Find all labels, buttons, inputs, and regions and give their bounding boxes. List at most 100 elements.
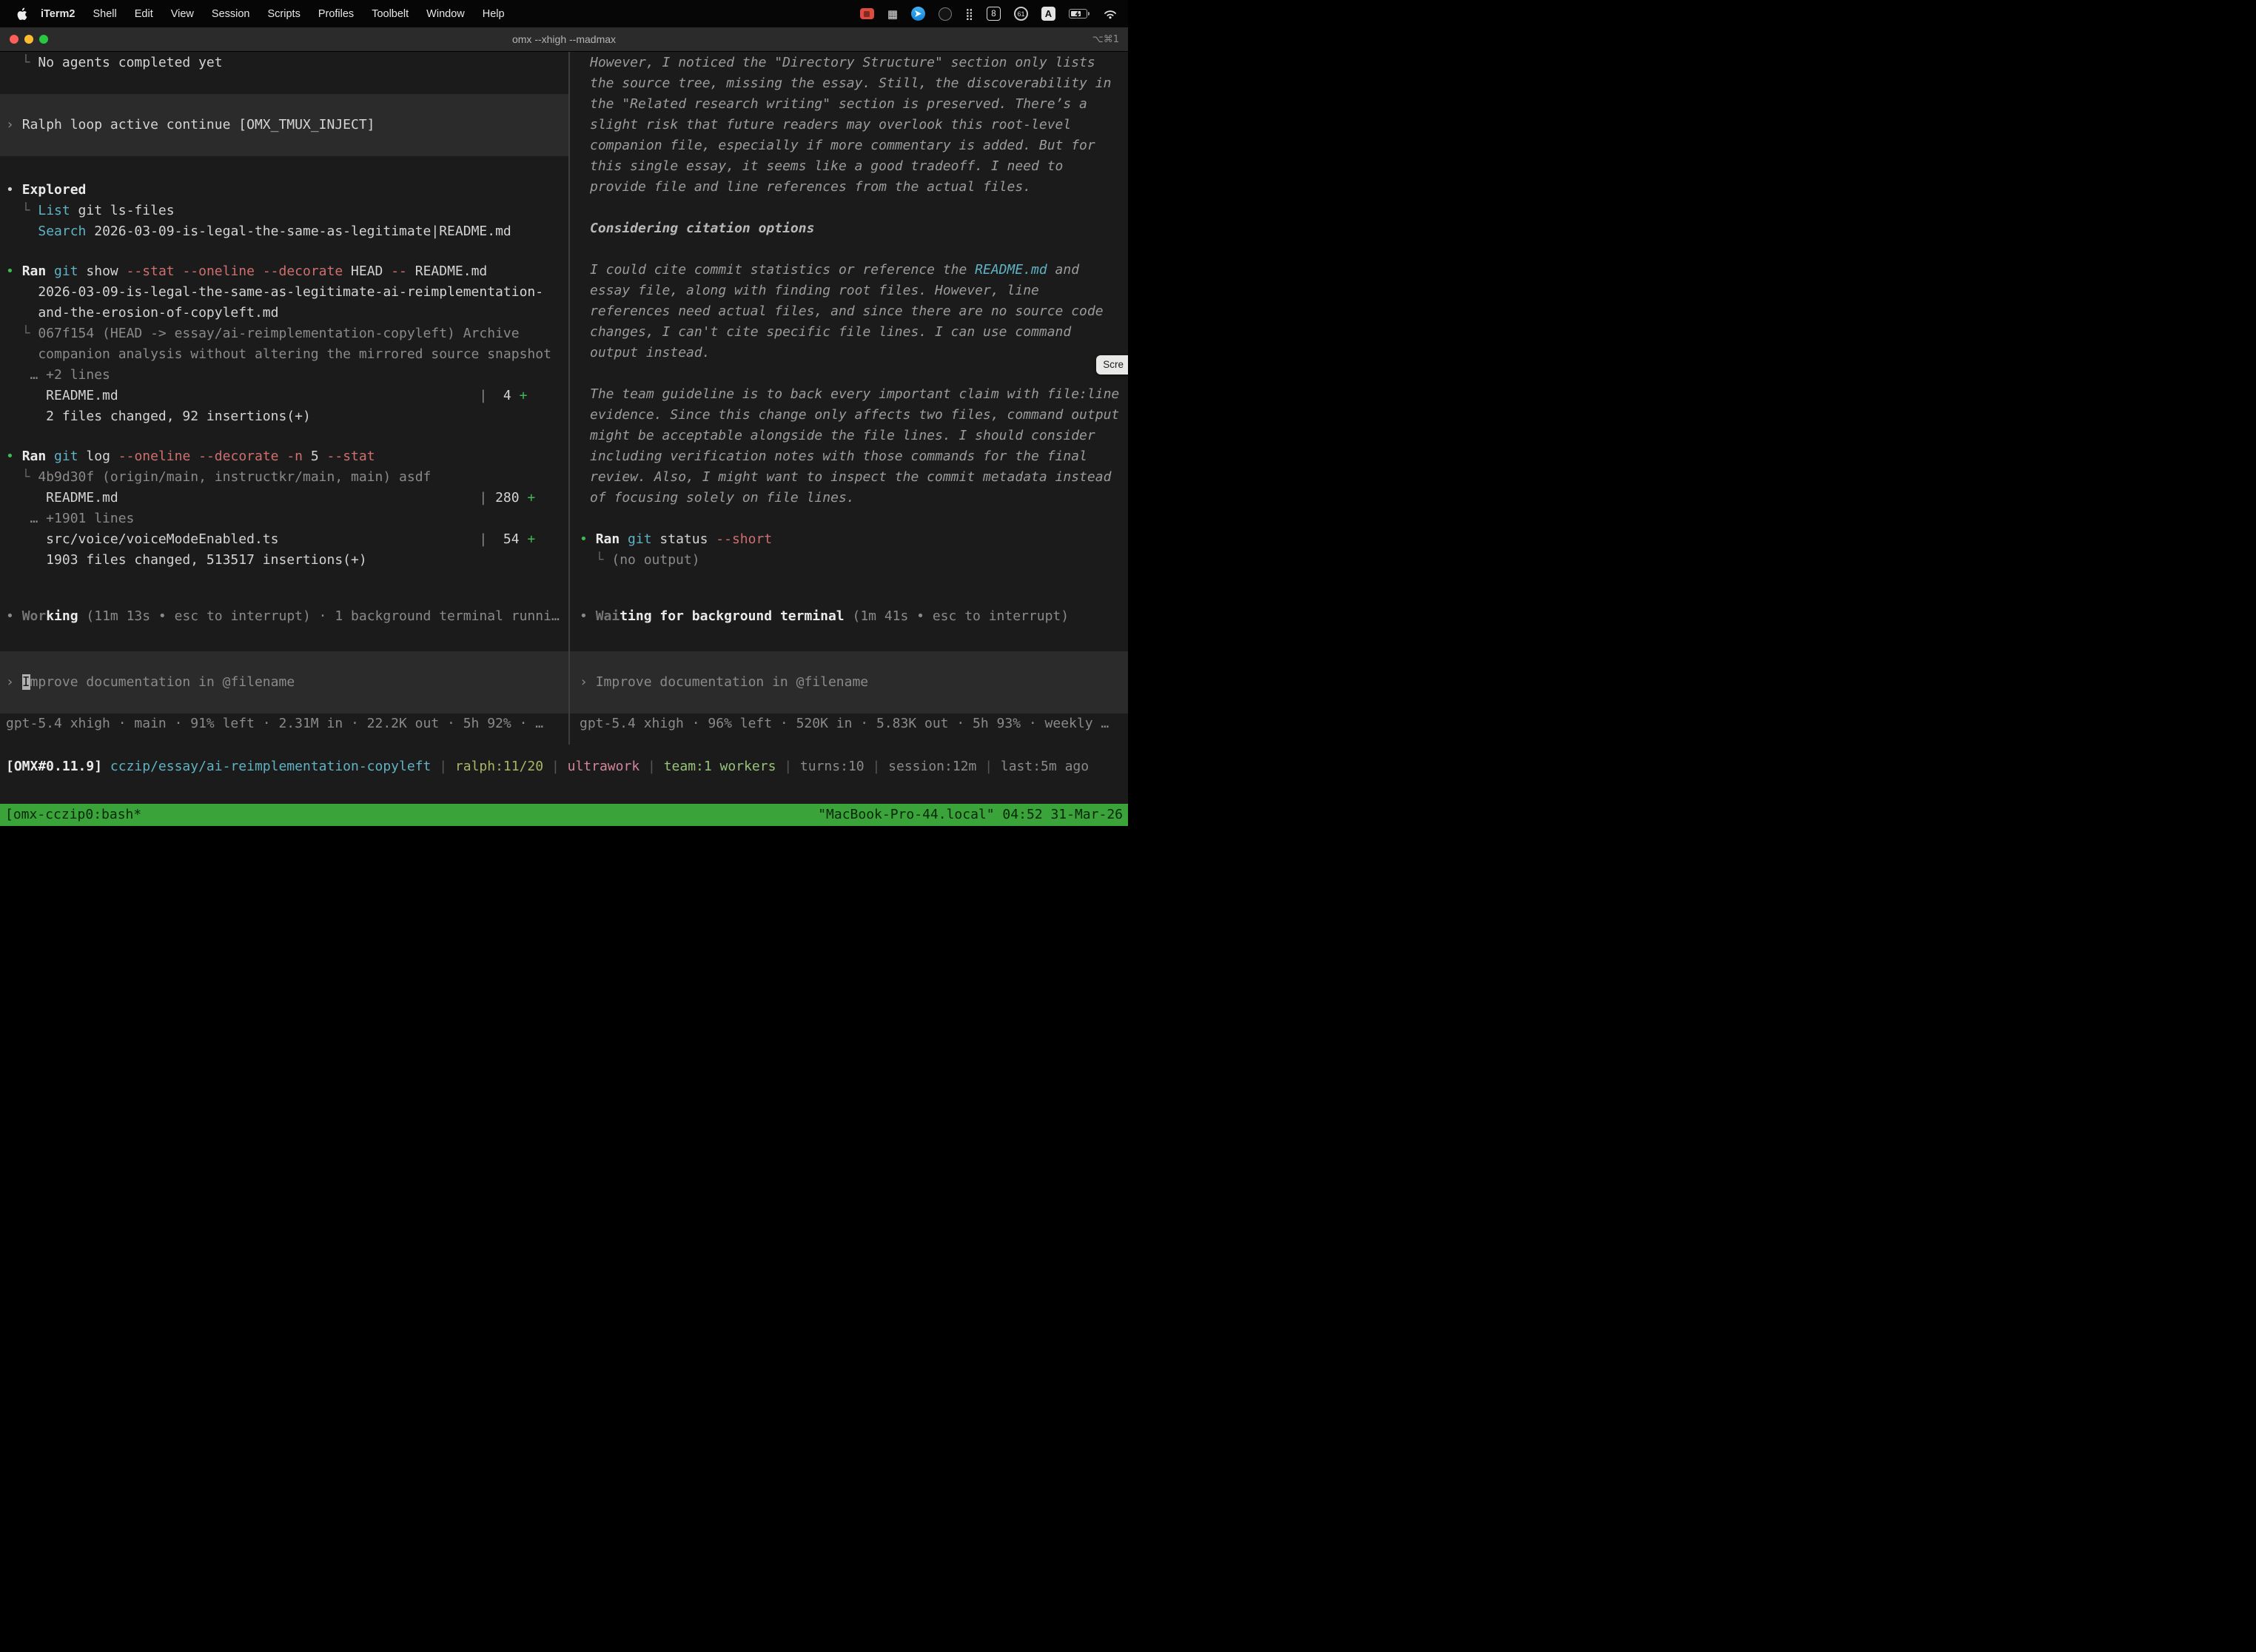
- apple-menu-icon[interactable]: [16, 7, 27, 21]
- menu-profiles[interactable]: Profiles: [318, 8, 354, 20]
- ran-git-show-line: • Ran git show --stat --oneline --decora…: [6, 261, 564, 282]
- git-log-commit-line: └ 4b9d30f (origin/main, instructkr/main,…: [6, 467, 564, 488]
- input-source-icon[interactable]: A: [1041, 7, 1055, 21]
- spacer: [580, 198, 1122, 218]
- git-show-file-line-1: 2026-03-09-is-legal-the-same-as-legitima…: [6, 282, 564, 303]
- charging-bolt-icon: [1075, 10, 1081, 19]
- spacer: [6, 627, 564, 651]
- right-pane[interactable]: However, I noticed the "Directory Struct…: [570, 52, 1128, 745]
- grid-icon[interactable]: ▦: [887, 7, 898, 21]
- text-segment: 4b9d30f (origin/main, instructkr/main, m…: [38, 469, 431, 485]
- text-segment: └: [6, 55, 38, 70]
- git-show-commit-line-2: companion analysis without altering the …: [6, 344, 564, 365]
- text-segment: … +2 lines: [6, 367, 110, 383]
- screen-recording-icon[interactable]: [860, 8, 874, 19]
- text-segment: Wor: [22, 608, 47, 624]
- close-button[interactable]: [10, 35, 19, 44]
- text-segment: [6, 224, 38, 239]
- battery-icon[interactable]: [1069, 9, 1090, 19]
- text-segment: └: [6, 326, 38, 341]
- left-pane[interactable]: └ No agents completed yet › Ralph loop a…: [0, 52, 568, 745]
- screen-overlay-chip[interactable]: Scre: [1096, 355, 1128, 375]
- text-segment: git: [54, 263, 86, 279]
- text-segment: •: [6, 608, 22, 624]
- prompt-input-right[interactable]: › Improve documentation in @filename: [570, 651, 1128, 713]
- text-segment: •: [6, 263, 22, 279]
- text-segment: status: [659, 531, 716, 547]
- prompt-input-left[interactable]: › Improve documentation in @filename: [0, 651, 568, 713]
- spacer: [580, 508, 1122, 529]
- text-segment: ralph:11/20: [455, 759, 543, 774]
- menu-edit[interactable]: Edit: [135, 8, 153, 20]
- text-segment: +: [527, 490, 535, 506]
- reasoning-heading: Considering citation options: [590, 218, 1122, 239]
- reasoning-paragraph-2: I could cite commit statistics or refere…: [590, 260, 1122, 363]
- text-segment: •: [580, 608, 596, 624]
- spacer: [0, 777, 1128, 804]
- text-segment: 5: [311, 449, 327, 464]
- text-segment: List: [38, 203, 70, 218]
- text-segment: log: [86, 449, 118, 464]
- tmux-session-label[interactable]: [omx-cczip0:bash*: [5, 804, 141, 826]
- right-pane-bottom: • Waiting for background terminal (1m 41…: [580, 606, 1122, 745]
- battery-nub: [1088, 12, 1090, 16]
- keycap-8-icon[interactable]: 8: [987, 7, 1001, 21]
- explored-search-line: Search 2026-03-09-is-legal-the-same-as-l…: [6, 221, 564, 242]
- git-show-commit-line: └ 067f154 (HEAD -> essay/ai-reimplementa…: [6, 323, 564, 344]
- text-segment: Ran: [22, 263, 54, 279]
- ralph-loop-banner: › Ralph loop active continue [OMX_TMUX_I…: [0, 94, 568, 156]
- text-segment: session:12m: [888, 759, 976, 774]
- text-segment: |: [479, 490, 487, 506]
- window-title-bar[interactable]: omx --xhigh --madmax ⌥⌘1: [0, 27, 1128, 52]
- text-segment: ultrawork: [568, 759, 640, 774]
- blue-app-icon[interactable]: [911, 7, 925, 21]
- text-segment: |: [543, 759, 568, 774]
- text-segment: 280: [487, 490, 527, 506]
- text-segment: |: [865, 759, 889, 774]
- text-segment: (no output): [611, 552, 699, 568]
- minimize-button[interactable]: [24, 35, 33, 44]
- battery-body: [1069, 9, 1087, 19]
- text-segment: └: [6, 469, 38, 485]
- menu-iterm2[interactable]: iTerm2: [41, 8, 75, 20]
- dark-circle-app-icon[interactable]: [939, 7, 952, 21]
- window-title: omx --xhigh --madmax: [0, 33, 1128, 45]
- terminal: └ No agents completed yet › Ralph loop a…: [0, 52, 1128, 826]
- text-segment: ›: [6, 674, 22, 690]
- text-segment: README.md: [6, 490, 479, 506]
- menu-window[interactable]: Window: [426, 8, 465, 20]
- dots-grid-icon[interactable]: ⣿: [965, 7, 973, 21]
- text-segment: king: [46, 608, 78, 624]
- menu-session[interactable]: Session: [212, 8, 250, 20]
- text-segment: └: [6, 203, 38, 218]
- gauge-icon[interactable]: 61: [1014, 7, 1028, 21]
- text-segment: show: [86, 263, 126, 279]
- text-segment: --short: [716, 531, 772, 547]
- text-segment: gpt-5.4 xhigh · main · 91% left · 2.31M …: [6, 716, 543, 731]
- window-shortcut-label: ⌥⌘1: [1092, 34, 1128, 45]
- menu-view[interactable]: View: [171, 8, 194, 20]
- wifi-icon[interactable]: [1103, 8, 1118, 19]
- model-status-line-left: gpt-5.4 xhigh · main · 91% left · 2.31M …: [6, 713, 564, 734]
- text-segment: ›: [6, 117, 22, 132]
- menu-help[interactable]: Help: [483, 8, 505, 20]
- working-status-line: • Working (11m 13s • esc to interrupt) ·…: [6, 606, 564, 627]
- text-segment: +: [527, 531, 535, 547]
- text-segment: turns:10: [800, 759, 865, 774]
- menu-toolbelt[interactable]: Toolbelt: [372, 8, 409, 20]
- menu-shell[interactable]: Shell: [93, 8, 116, 20]
- zoom-button[interactable]: [39, 35, 48, 44]
- text-segment: 54: [487, 531, 527, 547]
- spacer: [6, 242, 564, 261]
- menu-scripts[interactable]: Scripts: [268, 8, 301, 20]
- text-segment: --: [391, 263, 415, 279]
- git-log-more-line: … +1901 lines: [6, 508, 564, 529]
- text-segment: └: [580, 552, 611, 568]
- text-segment: |: [479, 388, 487, 403]
- text-segment: README.md: [975, 262, 1047, 278]
- git-log-summary-line: 1903 files changed, 513517 insertions(+): [6, 550, 564, 571]
- git-show-stat-line: README.md | 4 +: [6, 386, 564, 406]
- text-segment: -n: [286, 449, 311, 464]
- explored-header: • Explored: [6, 180, 564, 201]
- text-segment: src/voice/voiceModeEnabled.ts: [6, 531, 479, 547]
